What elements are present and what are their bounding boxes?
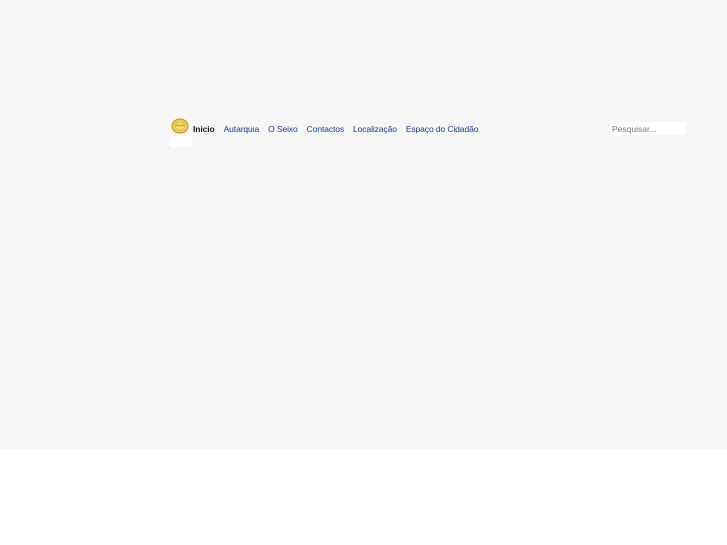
main-navigation: Inicio Autarquia O Seixo Contactos Local… (193, 123, 487, 135)
page-background (0, 0, 727, 449)
nav-item-autarquia[interactable]: Autarquia (224, 123, 260, 135)
nav-item-contactos[interactable]: Contactos (307, 123, 344, 135)
logo-placeholder (170, 136, 192, 147)
search-input[interactable] (610, 122, 686, 135)
nav-item-localizacao[interactable]: Localização (353, 123, 397, 135)
nav-item-o-seixo[interactable]: O Seixo (268, 123, 298, 135)
site-logo[interactable] (171, 118, 189, 134)
nav-item-inicio[interactable]: Inicio (193, 123, 215, 135)
nav-item-espaco-do-cidadao[interactable]: Espaço do Cidadão (406, 123, 479, 135)
crest-logo-icon (171, 118, 189, 134)
